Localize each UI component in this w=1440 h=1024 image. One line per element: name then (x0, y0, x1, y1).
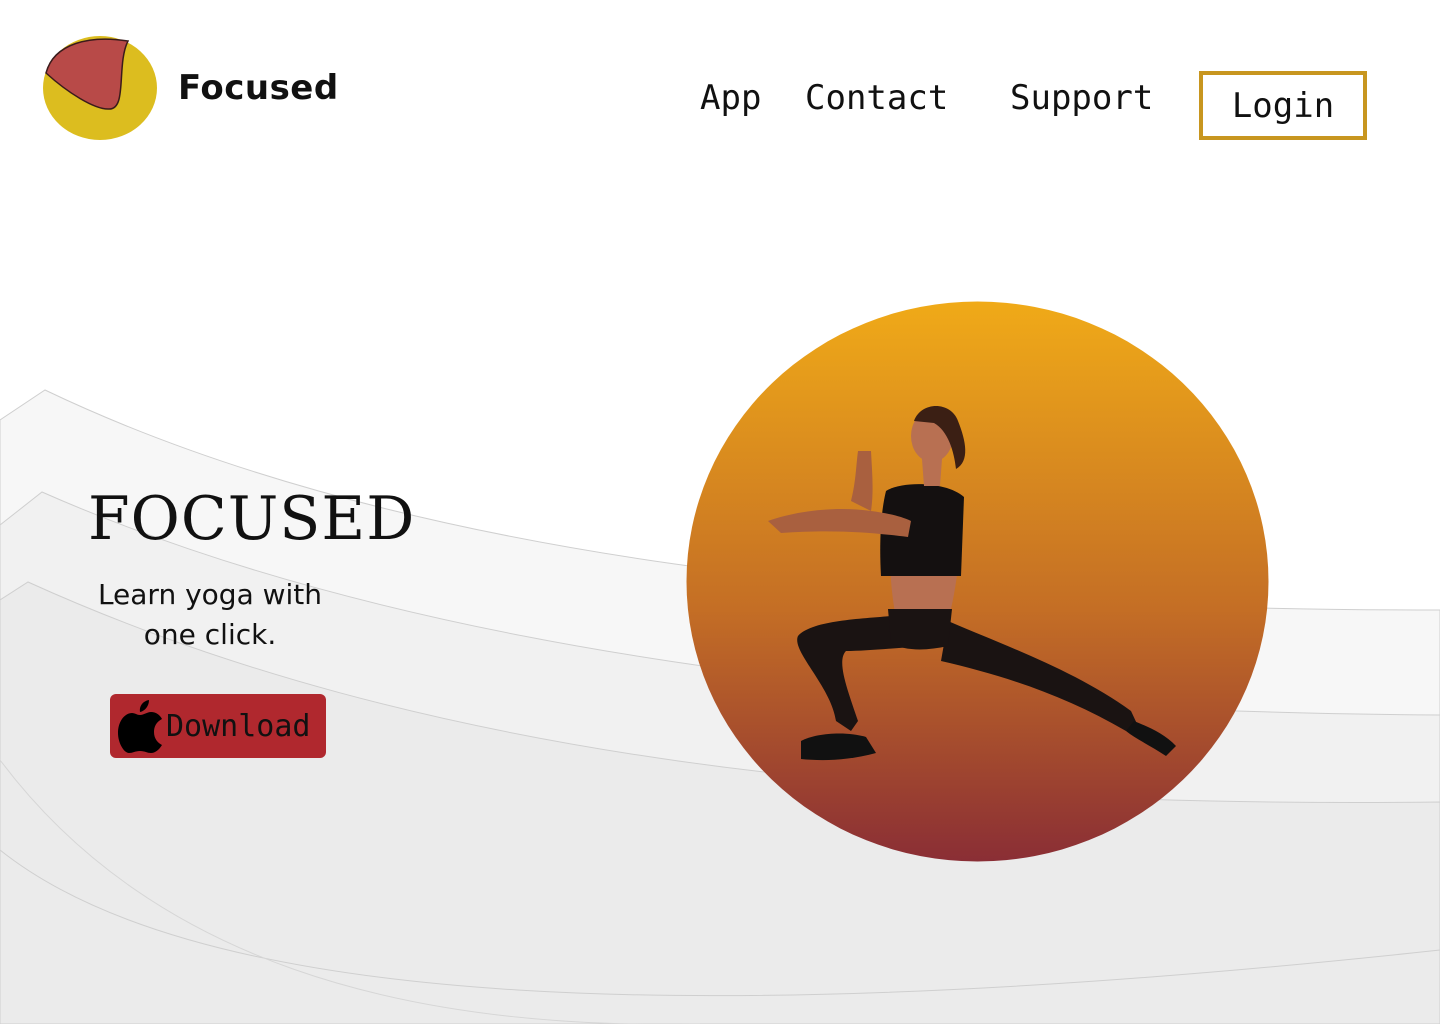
nav-link-app[interactable]: App (700, 78, 761, 118)
brand-name[interactable]: Focused (178, 68, 339, 108)
download-label: Download (166, 708, 311, 744)
half-circle-logo-icon[interactable] (42, 35, 158, 141)
nav-link-contact[interactable]: Contact (805, 78, 948, 118)
hero-yoga-image (686, 301, 1269, 862)
hero-gradient-circle (686, 301, 1269, 862)
nav-link-support[interactable]: Support (1010, 78, 1153, 118)
apple-icon (118, 700, 162, 753)
download-button[interactable]: Download (110, 694, 326, 758)
hero-title: FOCUSED (88, 484, 416, 554)
login-button[interactable]: Login (1199, 71, 1367, 140)
hero-tagline: Learn yoga with one click. (97, 578, 323, 651)
